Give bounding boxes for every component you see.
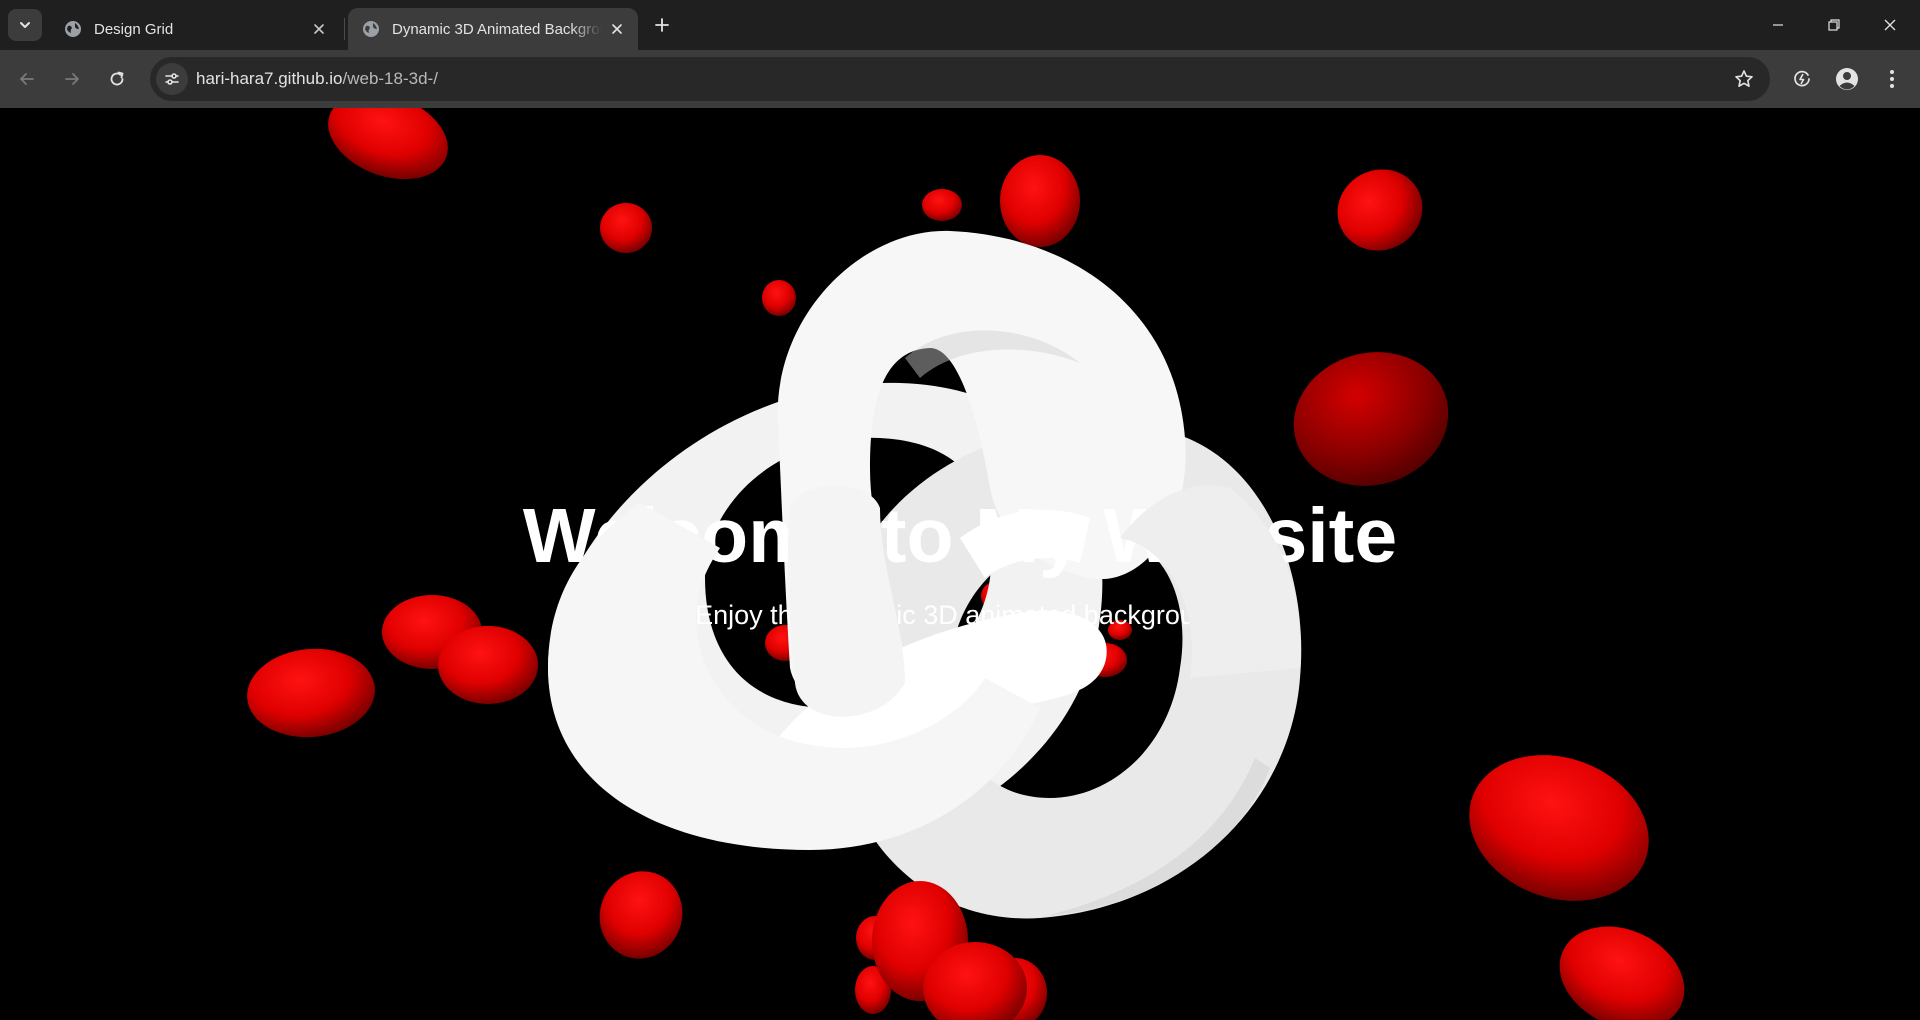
red-sphere bbox=[922, 189, 962, 221]
red-sphere bbox=[1293, 352, 1449, 486]
red-sphere bbox=[438, 626, 538, 704]
red-sphere bbox=[247, 648, 375, 738]
window-close-button[interactable] bbox=[1862, 0, 1918, 50]
tab-title: Design Grid bbox=[94, 20, 174, 38]
red-sphere bbox=[599, 871, 683, 959]
red-sphere bbox=[1000, 155, 1080, 247]
close-icon[interactable] bbox=[608, 20, 626, 38]
white-torus-knot bbox=[548, 230, 1302, 919]
globe-icon bbox=[363, 21, 379, 37]
browser-toolbar: hari-hara7.github.io/web-18-3d-/ bbox=[0, 50, 1920, 108]
tab-design-grid[interactable]: Design Grid bbox=[50, 8, 340, 50]
red-sphere bbox=[1469, 755, 1649, 901]
tab-search-button[interactable] bbox=[8, 9, 42, 41]
browser-window: Design Grid Dynamic 3D Animated Backgrou… bbox=[0, 0, 1920, 1020]
window-close-icon bbox=[1884, 19, 1896, 31]
close-icon[interactable] bbox=[310, 20, 328, 38]
restore-icon bbox=[1828, 19, 1840, 31]
profile-button[interactable] bbox=[1829, 61, 1865, 97]
new-tab-button[interactable] bbox=[648, 11, 676, 39]
forward-button[interactable] bbox=[54, 61, 90, 97]
red-sphere bbox=[1108, 620, 1132, 640]
url-text[interactable]: hari-hara7.github.io/web-18-3d-/ bbox=[196, 69, 438, 89]
globe-icon bbox=[65, 21, 81, 37]
red-sphere bbox=[600, 203, 652, 253]
tab-strip: Design Grid Dynamic 3D Animated Backgrou… bbox=[0, 0, 1920, 50]
site-info-button[interactable] bbox=[156, 63, 188, 95]
url-host: hari-hara7.github.io bbox=[196, 69, 343, 88]
bookmark-button[interactable] bbox=[1732, 67, 1756, 91]
plus-icon bbox=[655, 18, 669, 32]
tab-dynamic-3d[interactable]: Dynamic 3D Animated Background bbox=[348, 8, 638, 50]
page-viewport: Welcome to My Website Enjoy the dynamic … bbox=[0, 108, 1920, 1020]
minimize-button[interactable] bbox=[1750, 0, 1806, 50]
red-sphere bbox=[1559, 926, 1685, 1020]
star-icon bbox=[1735, 70, 1753, 87]
arrow-right-icon bbox=[65, 73, 79, 85]
reload-icon bbox=[110, 71, 124, 86]
kebab-menu-icon bbox=[1890, 70, 1894, 88]
back-button[interactable] bbox=[9, 61, 45, 97]
menu-button[interactable] bbox=[1874, 61, 1910, 97]
restore-button[interactable] bbox=[1806, 0, 1862, 50]
reload-button[interactable] bbox=[99, 61, 135, 97]
red-sphere bbox=[1337, 169, 1423, 251]
chevron-down-icon bbox=[20, 22, 30, 28]
address-bar[interactable]: hari-hara7.github.io/web-18-3d-/ bbox=[150, 57, 1770, 101]
animated-3d-background bbox=[247, 108, 1685, 1020]
tune-icon bbox=[165, 73, 179, 85]
tab-title: Dynamic 3D Animated Background bbox=[392, 20, 602, 38]
performance-icon bbox=[1794, 70, 1810, 87]
url-path: /web-18-3d-/ bbox=[342, 69, 438, 88]
performance-button[interactable] bbox=[1784, 61, 1820, 97]
tab-separator bbox=[344, 18, 345, 40]
red-sphere bbox=[328, 108, 448, 180]
minimize-icon bbox=[1773, 24, 1783, 26]
red-sphere bbox=[762, 280, 796, 316]
arrow-left-icon bbox=[20, 73, 34, 85]
profile-icon bbox=[1836, 68, 1858, 90]
